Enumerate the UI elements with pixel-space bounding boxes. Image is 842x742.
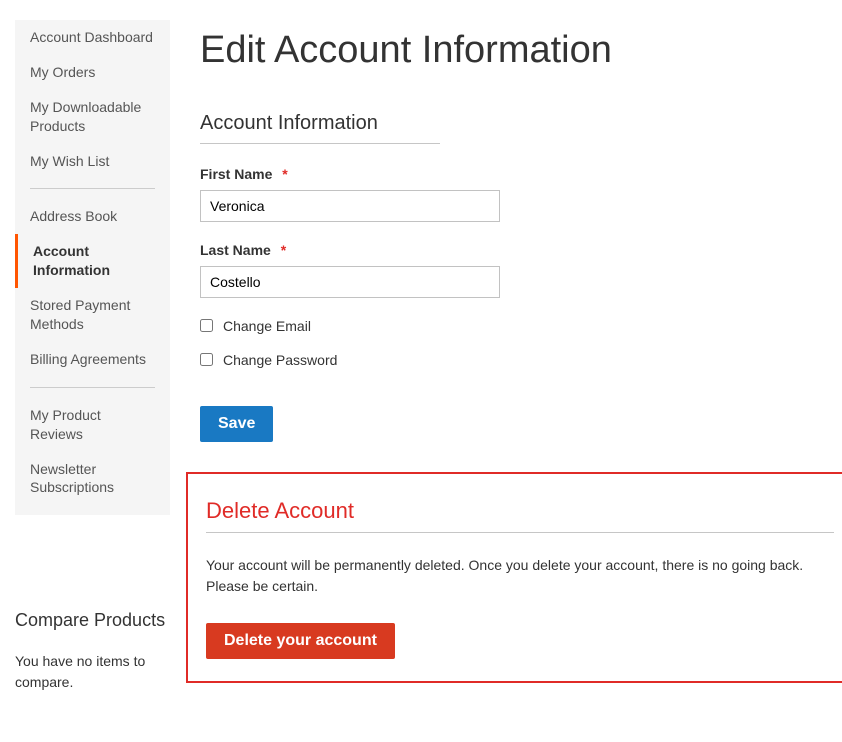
sidebar-group-3: My Product Reviews Newsletter Subscripti…: [15, 398, 170, 516]
sidebar-item-account-dashboard[interactable]: Account Dashboard: [30, 20, 155, 55]
last-name-label-text: Last Name: [200, 242, 271, 258]
page-layout: Account Dashboard My Orders My Downloada…: [15, 20, 827, 693]
change-email-label[interactable]: Change Email: [223, 318, 311, 334]
sidebar-item-newsletter-subscriptions[interactable]: Newsletter Subscriptions: [30, 452, 155, 506]
page-title: Edit Account Information: [200, 30, 842, 72]
change-email-checkbox[interactable]: [200, 319, 213, 332]
first-name-field: First Name *: [200, 166, 842, 222]
main-content: Edit Account Information Account Informa…: [200, 20, 842, 693]
first-name-label: First Name *: [200, 166, 842, 182]
change-password-field: Change Password: [200, 352, 842, 368]
last-name-field: Last Name *: [200, 242, 842, 298]
change-password-label[interactable]: Change Password: [223, 352, 337, 368]
delete-your-account-button[interactable]: Delete your account: [206, 623, 395, 659]
save-button[interactable]: Save: [200, 406, 273, 442]
compare-products-title: Compare Products: [15, 610, 170, 631]
first-name-label-text: First Name: [200, 166, 272, 182]
account-information-section-title: Account Information: [200, 112, 440, 144]
sidebar-nav: Account Dashboard My Orders My Downloada…: [15, 20, 170, 515]
sidebar-divider: [30, 188, 155, 189]
last-name-label: Last Name *: [200, 242, 842, 258]
change-email-field: Change Email: [200, 318, 842, 334]
change-password-checkbox[interactable]: [200, 353, 213, 366]
delete-account-section: Delete Account Your account will be perm…: [186, 472, 842, 683]
sidebar-item-billing-agreements[interactable]: Billing Agreements: [30, 342, 155, 377]
compare-products-block: Compare Products You have no items to co…: [15, 610, 170, 693]
delete-account-title: Delete Account: [206, 498, 834, 533]
sidebar-item-my-wish-list[interactable]: My Wish List: [30, 144, 155, 179]
required-indicator-icon: *: [281, 242, 286, 258]
sidebar-item-my-downloadable-products[interactable]: My Downloadable Products: [30, 90, 155, 144]
sidebar-item-account-information[interactable]: Account Information: [15, 234, 155, 288]
required-indicator-icon: *: [282, 166, 287, 182]
sidebar-item-address-book[interactable]: Address Book: [30, 199, 155, 234]
sidebar-item-my-orders[interactable]: My Orders: [30, 55, 155, 90]
delete-account-warning-text: Your account will be permanently deleted…: [206, 555, 834, 597]
last-name-input[interactable]: [200, 266, 500, 298]
sidebar-group-1: Account Dashboard My Orders My Downloada…: [15, 20, 170, 178]
sidebar-divider: [30, 387, 155, 388]
sidebar-item-my-product-reviews[interactable]: My Product Reviews: [30, 398, 155, 452]
sidebar-item-stored-payment-methods[interactable]: Stored Payment Methods: [30, 288, 155, 342]
first-name-input[interactable]: [200, 190, 500, 222]
sidebar-group-2: Address Book Account Information Stored …: [15, 199, 170, 376]
left-column: Account Dashboard My Orders My Downloada…: [15, 20, 170, 693]
compare-products-empty-text: You have no items to compare.: [15, 651, 170, 693]
